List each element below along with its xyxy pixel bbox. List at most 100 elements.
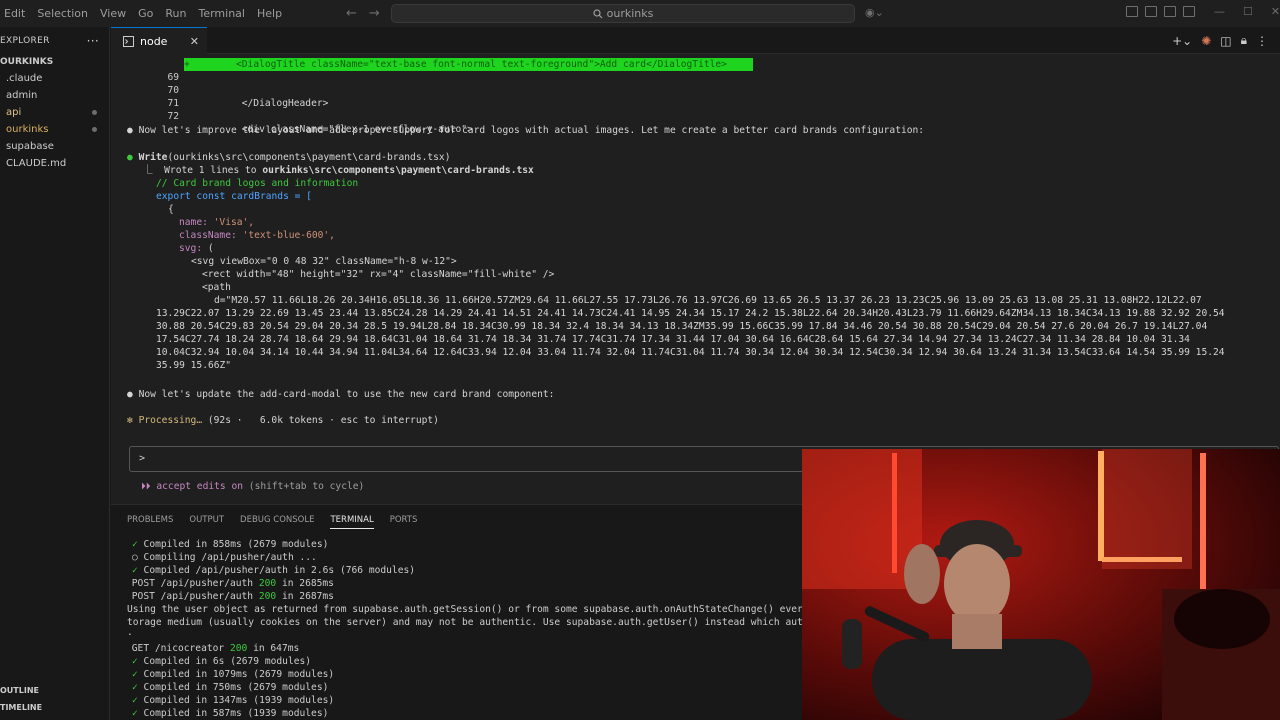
menu-help[interactable]: Help (251, 7, 288, 20)
success-dot-icon: ● (127, 152, 139, 163)
tree-item-label: api (6, 107, 22, 118)
tab-label: node (140, 34, 168, 48)
tool-result: ⎿ Wrote 1 lines to ourkinks\src\componen… (143, 164, 534, 177)
menu-terminal[interactable]: Terminal (192, 7, 251, 20)
toggle-secondary-sidebar-icon[interactable] (1183, 6, 1195, 17)
layout-customize-icon[interactable] (1126, 6, 1138, 17)
bullet-icon: ● (127, 389, 139, 400)
terminal-line: ✓ Compiled in 1079ms (2679 modules) (132, 668, 334, 681)
menu-run[interactable]: Run (159, 7, 192, 20)
claude-terminal-view[interactable]: 69 + <DialogTitle className="text-base f… (111, 54, 1280, 504)
terminal-text: Compiled in 750ms (2679 modules) (137, 682, 329, 693)
split-editor-icon[interactable]: ◫ (1220, 34, 1231, 48)
menu-selection[interactable]: Selection (31, 7, 94, 20)
code-line: 35.99 15.66Z" (156, 360, 232, 371)
outline-section[interactable]: OUTLINE (0, 686, 39, 695)
code-line: 10.04C32.94 10.04 34.14 10.44 34.94 11.0… (156, 347, 1225, 358)
more-icon[interactable]: ⋮ (1256, 34, 1268, 48)
code-key: svg: (179, 243, 208, 254)
terminal-line: ✓ Compiled in 858ms (2679 modules) (132, 538, 328, 551)
search-label: ourkinks (606, 7, 654, 20)
tree-item-claude[interactable]: .claude (0, 70, 109, 87)
assistant-message: ● Now let's improve the layout and add p… (127, 124, 924, 137)
title-bar: Edit Selection View Go Run Terminal Help… (0, 0, 1280, 27)
panel-tabs: PROBLEMS OUTPUT DEBUG CONSOLE TERMINAL P… (127, 515, 417, 529)
forward-arrow-icon[interactable]: → (369, 6, 380, 21)
terminal-text: POST /api/pusher/auth (126, 591, 259, 602)
tab-node[interactable]: node ✕ (111, 27, 207, 54)
modified-dot-icon (92, 110, 97, 115)
status-code: 200 (229, 643, 248, 654)
code-line: <rect width="48" height="32" rx="4" clas… (202, 269, 555, 280)
status-code: 200 (258, 578, 277, 589)
menu-go[interactable]: Go (132, 7, 159, 20)
terminal-line: GET /nicocreator 200 in 647ms (126, 642, 300, 655)
command-center-search[interactable]: ourkinks (391, 4, 855, 23)
modified-dot-icon (92, 127, 97, 132)
tool-call: ● Write(ourkinks\src\components\payment\… (127, 151, 450, 164)
tab-debug-console[interactable]: DEBUG CONSOLE (240, 515, 314, 529)
tree-item-label: ourkinks (6, 124, 49, 135)
code-line: d="M20.57 11.66L18.26 20.34H16.05L18.36 … (214, 295, 1202, 306)
window-close-icon[interactable]: ✕ (1271, 5, 1280, 18)
terminal-text: in 647ms (247, 643, 300, 654)
tab-output[interactable]: OUTPUT (189, 515, 224, 529)
code-value: ( (207, 243, 214, 254)
tree-item-api[interactable]: api (0, 104, 109, 121)
webcam-image (802, 449, 1280, 720)
back-arrow-icon[interactable]: ← (346, 6, 357, 21)
terminal-text: Compiled in 587ms (1939 modules) (137, 708, 329, 719)
menu-bar: Edit Selection View Go Run Terminal Help (0, 7, 288, 20)
tree-item-claude-md[interactable]: CLAUDE.md (0, 155, 109, 172)
terminal-line: ✓ Compiled /api/pusher/auth in 2.6s (766… (132, 564, 415, 577)
code-line: 13.29C22.07 13.29 22.69 13.45 23.44 13.8… (156, 308, 1225, 319)
tree-item-label: supabase (6, 141, 54, 152)
tree-item-admin[interactable]: admin (0, 87, 109, 104)
code-value: 'Visa', (213, 217, 255, 228)
processing-details: (92s · 6.0k tokens · esc to interrupt) (202, 415, 439, 426)
line-number: 72 (167, 111, 179, 122)
code-line: className: 'text-blue-600', (179, 229, 335, 242)
toggle-sidebar-icon[interactable] (1145, 6, 1157, 17)
terminal-text: Compiled in 1079ms (2679 modules) (137, 669, 335, 680)
copilot-icon[interactable]: ◉⌄ (865, 6, 884, 19)
tree-item-supabase[interactable]: supabase (0, 138, 109, 155)
timeline-section[interactable]: TIMELINE (0, 703, 42, 712)
code-line: <svg viewBox="0 0 48 32" className="h-8 … (191, 256, 457, 267)
more-actions-icon[interactable]: ··· (87, 34, 99, 48)
navigation-arrows: ← → (346, 6, 380, 21)
code-line: 17.54C27.74 18.24 28.74 18.64 29.94 18.6… (156, 334, 1190, 345)
tool-args: (ourkinks\src\components\payment\card-br… (167, 152, 451, 163)
code-line: 30.88 20.54C29.83 20.54 29.04 20.34 28.5… (156, 321, 1208, 332)
maximize-icon[interactable]: ☐ (1243, 5, 1253, 18)
close-icon[interactable]: ✕ (190, 35, 199, 48)
assistant-message: ● Now let's update the add-card-modal to… (127, 388, 554, 401)
bullet-icon: ● (127, 125, 139, 136)
tool-name: Write (138, 152, 168, 163)
terminal-line: ○ Compiling /api/pusher/auth ... (132, 551, 317, 564)
lock-icon[interactable]: 🔒︎ (1241, 33, 1247, 48)
claude-icon[interactable]: ✺ (1201, 34, 1211, 48)
terminal-text: GET /nicocreator (126, 643, 230, 654)
tree-item-ourkinks[interactable]: ourkinks (0, 121, 109, 138)
minimize-icon[interactable]: — (1214, 5, 1225, 18)
menu-edit[interactable]: Edit (0, 7, 31, 20)
workspace-root[interactable]: OURKINKS (0, 54, 109, 70)
explorer-title: EXPLORER (0, 35, 50, 46)
toggle-panel-icon[interactable] (1164, 6, 1176, 17)
terminal-text: in 2687ms (276, 591, 334, 602)
terminal-line: ✓ Compiled in 1347ms (1939 modules) (132, 694, 334, 707)
terminal-text: Compiling /api/pusher/auth ... (137, 552, 317, 563)
menu-view[interactable]: View (94, 7, 132, 20)
search-icon (593, 8, 603, 18)
fast-forward-icon: ⏵⏵ (141, 481, 157, 492)
terminal-warning: . (127, 627, 133, 638)
diff-line-72: 72 <div className="flex-1 overflow-y-aut… (111, 97, 472, 149)
tab-terminal[interactable]: TERMINAL (330, 515, 374, 529)
new-terminal-icon[interactable]: +⌄ (1172, 34, 1192, 48)
window-controls: — ☐ ✕ (1214, 5, 1280, 18)
tab-problems[interactable]: PROBLEMS (127, 515, 173, 529)
code-key: className: (179, 230, 243, 241)
status-code: 200 (258, 591, 277, 602)
tab-ports[interactable]: PORTS (390, 515, 418, 529)
